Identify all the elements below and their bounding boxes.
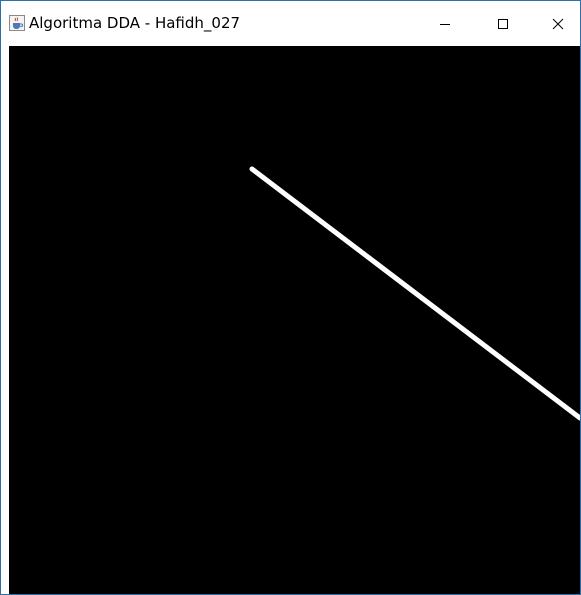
canvas-surface <box>249 166 580 421</box>
close-button[interactable] <box>535 1 581 46</box>
minimize-button[interactable] <box>422 1 468 46</box>
java-cup-icon <box>9 15 25 31</box>
title-bar[interactable]: Algoritma DDA - Hafidh_027 <box>1 1 580 46</box>
minimize-icon <box>440 23 450 25</box>
dda-line <box>249 166 580 421</box>
drawing-canvas <box>9 46 580 594</box>
app-window: Algoritma DDA - Hafidh_027 <box>0 0 581 595</box>
maximize-icon <box>498 18 508 29</box>
window-title: Algoritma DDA - Hafidh_027 <box>29 14 241 32</box>
maximize-button[interactable] <box>480 1 526 46</box>
close-icon <box>552 18 564 29</box>
